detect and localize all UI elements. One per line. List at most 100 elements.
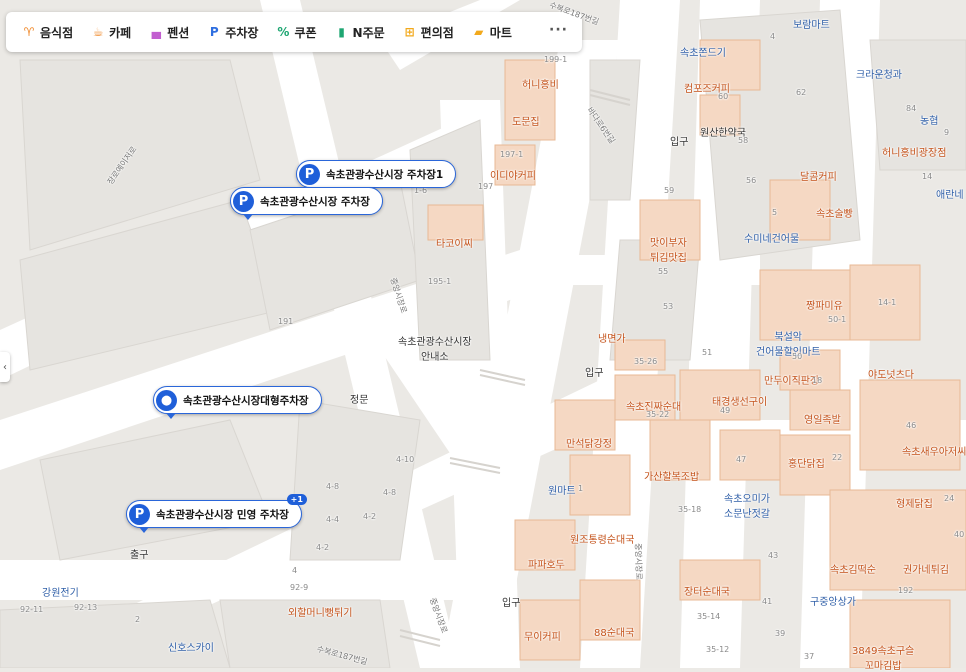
marker-tail (139, 527, 149, 533)
lot-number: 92-11 (20, 605, 44, 614)
poi-yadonet[interactable]: 야도넛츠다 (868, 366, 914, 381)
lot-number: 199-1 (544, 55, 568, 64)
poi-manseok[interactable]: 만석닭강정 (566, 435, 612, 450)
coupon-icon: % (277, 25, 290, 39)
convenience-store-icon: ⊞ (404, 25, 415, 39)
poi-gasan[interactable]: 가산할복조밥 (644, 468, 699, 483)
lot-number: 53 (663, 302, 674, 311)
lot-number: 4-2 (316, 543, 330, 552)
lot-number: 47 (736, 455, 747, 464)
label-exit: 출구 (130, 550, 149, 561)
filter-chip-3[interactable]: P 주차장 (207, 24, 259, 41)
lot-number: 41 (762, 597, 773, 606)
lot-number: 5 (772, 208, 778, 217)
lot-number: 192 (898, 586, 914, 595)
parking-marker-1[interactable]: P 속초관광수산시장 주차장1 (296, 160, 457, 193)
poi-nonghyup[interactable]: 농협 (920, 112, 938, 127)
lot-number: 50 (792, 352, 803, 361)
poi-yeongil[interactable]: 영일족발 (804, 411, 841, 426)
poi-papahodu[interactable]: 파파호두 (528, 556, 565, 571)
poi-boram-mart[interactable]: 보람마트 (793, 16, 830, 31)
bed-icon: ▄ (151, 25, 161, 39)
filter-chip-6[interactable]: ⊞ 편의점 (403, 24, 454, 41)
lot-number: 22 (832, 453, 843, 462)
filter-chip-label: 주차장 (225, 25, 259, 40)
poi-dodujip[interactable]: 도문집 (512, 113, 540, 128)
poi-tacoicci[interactable]: 타코이찌 (436, 235, 473, 250)
poi-honeyhongbi[interactable]: 허니홍비 (522, 76, 559, 91)
poi-mandu[interactable]: 만두이직판장 (764, 372, 819, 387)
filter-chip-5[interactable]: ▮ N주문 (335, 24, 385, 41)
parking-label: 속초관광수산시장 주차장1 (326, 168, 444, 181)
poi-sokcho-kimbap[interactable]: 속초김떡순 (830, 561, 876, 576)
poi-market-info[interactable]: 속초관광수산시장 안내소 (398, 333, 472, 363)
poi-gangwon[interactable]: 강원전기 (42, 584, 79, 599)
poi-wonmart[interactable]: 원마트 (548, 482, 576, 497)
poi-gujung[interactable]: 구중앙상가 (810, 593, 856, 608)
poi-aeranne[interactable]: 애란네 (936, 186, 964, 201)
lot-number: 62 (796, 88, 807, 97)
lot-number: 92-13 (74, 603, 98, 612)
poi-naengmyeon[interactable]: 냉면가 (598, 330, 626, 345)
lot-number: 14-1 (878, 298, 897, 307)
more-filters-button[interactable]: ··· (549, 22, 568, 38)
filter-chip-label: 음식점 (40, 25, 74, 40)
poi-dalkom[interactable]: 달콤커피 (800, 168, 837, 183)
lot-number: 4-4 (326, 515, 340, 524)
collapse-panel-button[interactable]: ‹ (0, 352, 10, 382)
filter-chip-1[interactable]: ☕ 카페 (91, 24, 131, 41)
lot-number: 60 (718, 92, 729, 101)
filter-chip-label: 마트 (489, 25, 512, 40)
poi-sokcho-shrimp[interactable]: 속초새우아저씨 (902, 443, 966, 458)
poi-samine[interactable]: 수미네건어물 (744, 230, 799, 245)
filter-chip-4[interactable]: % 쿠폰 (276, 24, 316, 41)
marker-tail (166, 413, 176, 419)
poi-honeyhongbi-square[interactable]: 허니홍비광장점 (882, 144, 946, 159)
lot-number: 35-22 (646, 410, 670, 419)
map-canvas[interactable] (0, 0, 966, 668)
poi-bukseolak[interactable]: 북설악 건어물할인마트 (756, 328, 820, 358)
filter-chip-label: N주문 (352, 25, 385, 40)
poi-crown[interactable]: 크라운청과 (856, 66, 902, 81)
poi-hongdan[interactable]: 홍단닭집 (788, 455, 825, 470)
poi-hwalmeoni[interactable]: 외할머니뻥튀기 (288, 604, 352, 619)
parking-label: 속초관광수산시장대형주차장 (183, 394, 309, 407)
parking-icon: P (233, 190, 254, 212)
filter-chip-7[interactable]: ▰ 마트 (472, 24, 512, 41)
parking-marker-4[interactable]: P 속초관광수산시장 민영 주차장 +1 (126, 494, 307, 533)
lot-number: 4 (770, 32, 776, 41)
filter-chip-label: 카페 (109, 25, 132, 40)
parking-icon: P (129, 503, 150, 525)
poi-sokchodonggi[interactable]: 속초쫀드기 (680, 44, 726, 59)
lot-number: 35-12 (706, 645, 730, 654)
filter-chip-0[interactable]: ♈ 음식점 (22, 24, 74, 41)
parking-marker-3[interactable]: ● 속초관광수산시장대형주차장 (153, 386, 322, 419)
lot-number: 43 (768, 551, 779, 560)
parking-marker-2[interactable]: P 속초관광수산시장 주차장 (230, 187, 383, 220)
lot-number: 4-8 (383, 488, 397, 497)
poi-hyeongje[interactable]: 형제닭집 (896, 495, 933, 510)
lot-number: 55 (658, 267, 669, 276)
label-entrance: 입구 (585, 368, 604, 379)
cart-icon: ▰ (474, 25, 484, 39)
filter-chip-2[interactable]: ▄ 펜션 (149, 24, 190, 41)
poi-ediya[interactable]: 이디야커피 (490, 167, 536, 182)
lot-number: 4-10 (396, 455, 415, 464)
poi-ttanpamiyu[interactable]: 짱파미유 (806, 297, 843, 312)
lot-number: 14 (922, 172, 933, 181)
poi-sokcho-omiga[interactable]: 속초오미가 소문난젓갈 (724, 490, 770, 520)
parking-label: 속초관광수산시장 민영 주차장 (156, 508, 289, 521)
poi-wonjo[interactable]: 원조통령순대국 (570, 531, 634, 546)
marker-tail (243, 214, 253, 220)
poi-sokcho-sulbang[interactable]: 속초술빵 (816, 205, 853, 220)
poi-88[interactable]: 88순대국 (594, 624, 634, 639)
poi-kwonga[interactable]: 권가네튀김 (903, 561, 949, 576)
poi-jangteo[interactable]: 장터순대국 (684, 583, 730, 598)
poi-muicoffee[interactable]: 무이커피 (524, 628, 561, 643)
coffee-cup-icon: ☕ (92, 25, 104, 39)
lot-number: 2 (135, 615, 141, 624)
poi-matinabuja[interactable]: 맛이부자 튀김맛집 (650, 234, 687, 264)
lot-number: 51 (702, 348, 713, 357)
lot-number: 40 (954, 530, 965, 539)
poi-sinho[interactable]: 신호스카이 (168, 639, 214, 654)
